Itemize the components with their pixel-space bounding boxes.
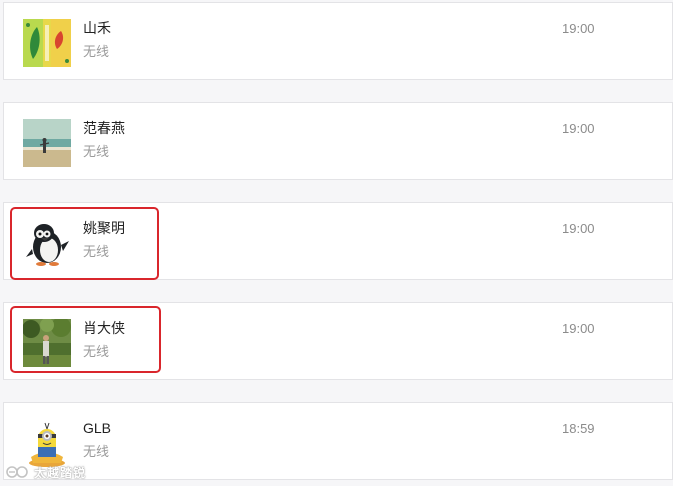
contact-name: GLB xyxy=(83,420,112,436)
contact-status: 无线 xyxy=(83,344,110,359)
leaf-poster-avatar-icon xyxy=(23,19,71,67)
contact-row[interactable]: 肖大侠 无线 19:00 xyxy=(3,302,673,380)
contact-time: 19:00 xyxy=(562,321,595,336)
contact-name: 范春燕 xyxy=(83,120,125,136)
minion-avatar-icon xyxy=(23,419,71,467)
contact-row[interactable]: 山禾 无线 19:00 xyxy=(3,2,673,80)
contact-time: 18:59 xyxy=(562,421,595,436)
contact-row[interactable]: 姚聚明 无线 19:00 xyxy=(3,202,673,280)
watermark: 太越踏锐 xyxy=(6,463,86,481)
watermark-text: 太越踏锐 xyxy=(34,465,87,480)
contact-name: 山禾 xyxy=(83,20,111,36)
penguin-avatar-icon xyxy=(23,219,71,267)
contact-time: 19:00 xyxy=(562,121,595,136)
contact-name: 姚聚明 xyxy=(83,220,125,236)
watermark-logo-icon xyxy=(6,466,28,478)
contact-row[interactable]: 范春燕 无线 19:00 xyxy=(3,102,673,180)
contact-status: 无线 xyxy=(83,144,110,159)
contact-time: 19:00 xyxy=(562,221,595,236)
contact-list: 山禾 无线 19:00 范春燕 无线 19:00 姚聚明 无线 19:00 肖大… xyxy=(0,0,673,486)
contact-status: 无线 xyxy=(83,244,110,259)
contact-status: 无线 xyxy=(83,44,110,59)
contact-status: 无线 xyxy=(83,444,110,459)
contact-row[interactable]: GLB 无线 18:59 xyxy=(3,402,673,480)
forest-photo-avatar-icon xyxy=(23,319,71,367)
contact-time: 19:00 xyxy=(562,21,595,36)
beach-photo-avatar-icon xyxy=(23,119,71,167)
contact-name: 肖大侠 xyxy=(83,320,125,336)
